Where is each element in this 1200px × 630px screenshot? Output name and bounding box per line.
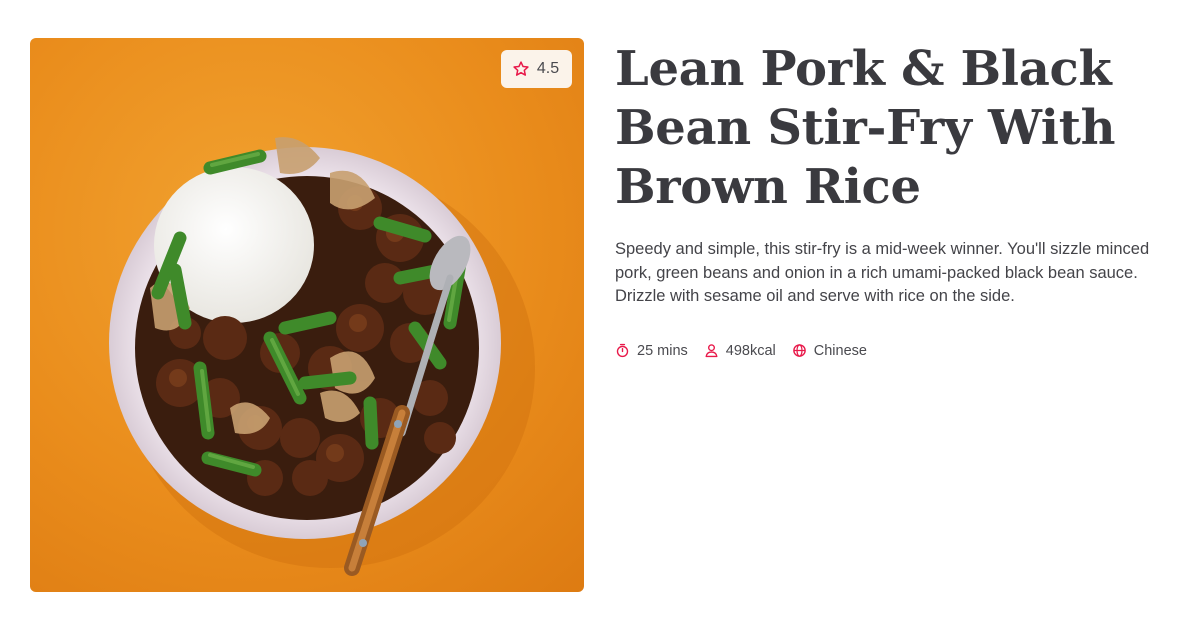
- rating-value: 4.5: [536, 60, 560, 77]
- recipe-photo-illustration: [109, 137, 535, 576]
- recipe-title: Lean Pork & Black Bean Stir-Fry With Bro…: [615, 41, 1116, 215]
- globe-icon: [792, 343, 807, 358]
- meta-cuisine: Chinese: [792, 343, 867, 359]
- meta-time: 25 mins: [615, 343, 688, 359]
- person-icon: [704, 343, 719, 358]
- recipe-image: [30, 38, 584, 592]
- meta-calories: 498kcal: [704, 343, 776, 359]
- meta-calories-label: 498kcal: [725, 342, 776, 359]
- recipe-meta: 25 mins 498kcal Chinese: [615, 343, 1175, 359]
- meta-cuisine-label: Chinese: [813, 342, 867, 359]
- recipe-description: Speedy and simple, this stir-fry is a mi…: [615, 240, 1150, 305]
- meta-time-label: 25 mins: [637, 342, 688, 359]
- rating-badge: 4.5: [501, 50, 572, 88]
- timer-icon: [615, 343, 630, 358]
- recipe-content: Lean Pork & Black Bean Stir-Fry With Bro…: [615, 40, 1175, 359]
- star-icon: [512, 60, 530, 78]
